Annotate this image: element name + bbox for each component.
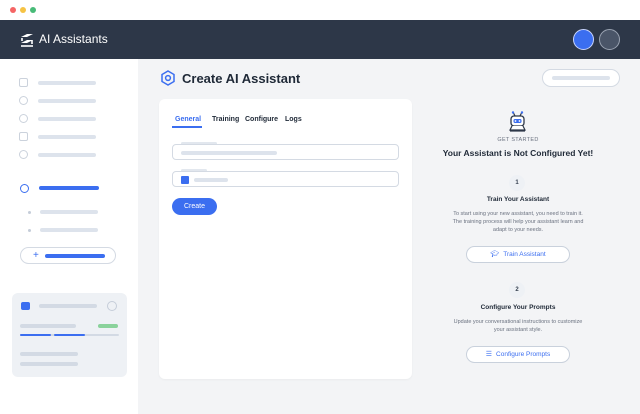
user-icon[interactable]: [19, 96, 28, 105]
color-swatch[interactable]: [181, 176, 189, 184]
card-title-line: [39, 304, 97, 308]
configure-prompts-button[interactable]: ☰ Configure Prompts: [466, 346, 570, 363]
name-field-value: [181, 151, 277, 155]
sidebar-item-3[interactable]: [38, 117, 96, 121]
not-configured-heading: Your Assistant is Not Configured Yet!: [442, 148, 594, 158]
sidebar-add-button[interactable]: +: [20, 247, 116, 264]
configure-prompts-label: Configure Prompts: [496, 351, 551, 358]
add-circle-icon[interactable]: [107, 301, 117, 311]
user-avatar[interactable]: [573, 29, 594, 50]
chat-icon[interactable]: [19, 114, 28, 123]
get-started-eyebrow: GET STARTED: [497, 137, 539, 143]
sidebar-info-card: [12, 293, 127, 377]
assistant-form-card: General Training Configure Logs Create: [159, 99, 412, 379]
card-line: [20, 352, 78, 356]
train-assistant-label: Train Assistant: [503, 251, 546, 258]
app-window: AI Assistants + Create AI Assistant Gene…: [0, 0, 640, 414]
sliders-icon: ☰: [485, 351, 493, 358]
header-action-button[interactable]: [542, 69, 620, 87]
color-field-value: [194, 178, 228, 182]
sidebar: +: [0, 59, 138, 414]
app-title: AI Assistants: [39, 32, 108, 46]
window-chrome: [0, 0, 640, 20]
step-2-title: Configure Your Prompts: [480, 304, 556, 311]
robot-icon: [509, 111, 526, 132]
status-line: [98, 324, 118, 328]
tab-general[interactable]: General: [175, 115, 201, 124]
tab-training[interactable]: Training: [212, 115, 239, 124]
graduation-cap-icon: 🎓︎: [490, 251, 500, 258]
tab-configure[interactable]: Configure: [245, 115, 278, 124]
document-icon[interactable]: [19, 132, 28, 141]
briefcase-icon: [21, 302, 30, 310]
assistant-icon[interactable]: [20, 184, 29, 193]
minimize-dot[interactable]: [20, 7, 26, 13]
sidebar-item-2[interactable]: [38, 99, 96, 103]
close-dot[interactable]: [10, 7, 16, 13]
sidebar-item-5[interactable]: [38, 153, 96, 157]
create-button[interactable]: Create: [172, 198, 217, 215]
train-assistant-button[interactable]: 🎓︎ Train Assistant: [466, 246, 570, 263]
subitem-dot: [28, 211, 31, 214]
sidebar-item-4[interactable]: [38, 135, 96, 139]
page-title: Create AI Assistant: [182, 71, 301, 86]
sidebar-subitem-2[interactable]: [40, 228, 98, 232]
assistant-hex-icon: [161, 70, 175, 86]
sidebar-subitem-1[interactable]: [40, 210, 98, 214]
progress-fill-2: [54, 334, 85, 336]
subitem-dot: [28, 229, 31, 232]
settings-icon[interactable]: [19, 150, 28, 159]
add-button-label: [45, 254, 105, 258]
step-2-description: Update your conversational instructions …: [453, 319, 583, 333]
tab-logs[interactable]: Logs: [285, 115, 302, 124]
dashboard-icon[interactable]: [19, 78, 28, 87]
name-field[interactable]: [172, 144, 399, 160]
sidebar-item-assistants[interactable]: [39, 186, 99, 190]
step-1-title: Train Your Assistant: [486, 196, 550, 203]
progress-fill-1: [20, 334, 51, 336]
step-1-number: 1: [509, 175, 525, 191]
pill-label: [552, 76, 610, 80]
app-logo-icon: [21, 34, 33, 47]
plus-icon: +: [33, 250, 39, 261]
sidebar-item-1[interactable]: [38, 81, 96, 85]
tab-active-indicator: [172, 126, 202, 128]
step-1-description: To start using your new assistant, you n…: [452, 211, 584, 233]
secondary-avatar[interactable]: [599, 29, 620, 50]
card-line: [20, 324, 76, 328]
color-field[interactable]: [172, 171, 399, 187]
card-line: [20, 362, 78, 366]
maximize-dot[interactable]: [30, 7, 36, 13]
step-2-number: 2: [509, 282, 525, 298]
